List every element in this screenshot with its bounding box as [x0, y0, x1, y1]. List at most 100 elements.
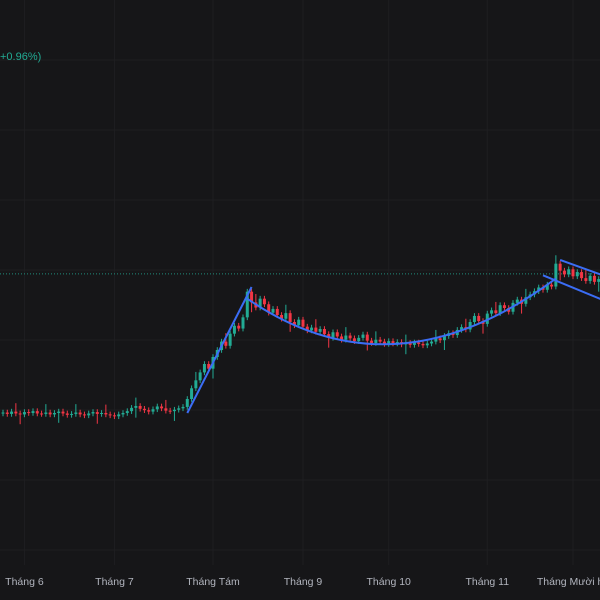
candle-body — [550, 284, 554, 287]
candle — [554, 255, 558, 290]
candle-body — [134, 406, 138, 408]
candle — [52, 410, 56, 418]
candle-body — [130, 407, 134, 412]
x-tick-label: Tháng 7 — [95, 576, 134, 588]
candle — [567, 266, 571, 278]
candle-body — [52, 413, 56, 415]
candle-body — [151, 409, 155, 412]
candle-body — [490, 310, 494, 314]
candle — [558, 260, 562, 281]
candle-body — [142, 408, 146, 411]
candle-body — [44, 412, 48, 414]
candle — [87, 410, 91, 419]
candle — [151, 406, 155, 415]
candle-body — [22, 412, 26, 415]
candle-body — [138, 406, 142, 409]
candle — [142, 406, 146, 413]
candle-body — [297, 319, 301, 326]
candle-body — [121, 413, 125, 415]
candle — [168, 407, 172, 414]
x-tick-label: Tháng 6 — [5, 576, 44, 588]
grid — [0, 0, 600, 565]
candle-body — [438, 338, 442, 341]
candle-body — [100, 413, 104, 414]
candle — [254, 294, 258, 311]
candle-body — [168, 410, 172, 412]
candle — [592, 273, 596, 285]
candle-body — [181, 406, 185, 409]
candle-body — [335, 332, 339, 337]
candle — [494, 301, 498, 316]
candle-body — [322, 329, 326, 335]
candle-body — [57, 411, 61, 413]
candle-body — [357, 337, 361, 342]
candle-body — [5, 412, 9, 414]
candle-body — [78, 412, 82, 415]
candle-body — [10, 411, 14, 414]
candle-body — [108, 414, 112, 416]
candle-body — [430, 341, 434, 344]
candle-body — [61, 411, 65, 414]
candle — [95, 409, 99, 424]
candle-body — [262, 298, 266, 305]
candlestick-chart[interactable] — [0, 0, 600, 600]
candle-body — [275, 308, 279, 315]
candle-body — [155, 406, 159, 410]
candle-body — [40, 413, 44, 415]
candle-body — [48, 412, 52, 415]
candle — [520, 296, 524, 314]
candle — [117, 411, 121, 420]
chart-window: +0.96%) Tháng 6 Tháng 7 Tháng Tám Tháng … — [0, 0, 600, 600]
candle-body — [91, 412, 95, 414]
candle — [262, 295, 266, 308]
candle-body — [588, 275, 592, 281]
candle — [147, 407, 151, 415]
candle — [112, 412, 116, 420]
candle-body — [87, 413, 91, 416]
candle — [335, 329, 339, 340]
candle — [228, 330, 232, 349]
candle-body — [571, 269, 575, 277]
candle-body — [592, 275, 596, 282]
candle — [198, 369, 202, 384]
candle — [237, 322, 241, 332]
candle — [134, 397, 138, 418]
candle-body — [95, 412, 99, 414]
candle-body — [65, 413, 69, 415]
candle-body — [515, 299, 519, 303]
candle — [421, 341, 425, 349]
candle-body — [365, 334, 369, 341]
candle-body — [580, 272, 584, 279]
candle — [584, 269, 588, 284]
candle — [241, 314, 245, 332]
candle — [40, 410, 44, 417]
candle-body — [567, 269, 571, 275]
candle-body — [361, 334, 365, 338]
candle-body — [164, 408, 168, 411]
candle-body — [82, 414, 86, 416]
candle — [588, 273, 592, 284]
candle-body — [74, 412, 78, 414]
x-tick-label: Tháng 9 — [283, 576, 323, 588]
candle — [164, 399, 168, 414]
candle-body — [202, 364, 206, 373]
candle-body — [1, 412, 5, 414]
candle — [472, 313, 476, 325]
candle-body — [147, 410, 151, 412]
candle-body — [370, 340, 374, 343]
candle-body — [104, 413, 108, 415]
candle — [70, 411, 74, 418]
breakout-line[interactable] — [186, 286, 253, 414]
candle — [190, 385, 194, 402]
trendlines[interactable] — [186, 258, 600, 414]
x-tick-label: Tháng Tám — [186, 576, 240, 588]
candle — [361, 331, 365, 341]
candle — [82, 411, 86, 419]
candle — [57, 408, 61, 423]
candle — [155, 403, 159, 413]
candle — [125, 408, 129, 416]
candle-body — [348, 335, 352, 339]
candle-body — [575, 272, 579, 277]
candle-body — [194, 380, 198, 389]
candle-body — [172, 409, 176, 412]
